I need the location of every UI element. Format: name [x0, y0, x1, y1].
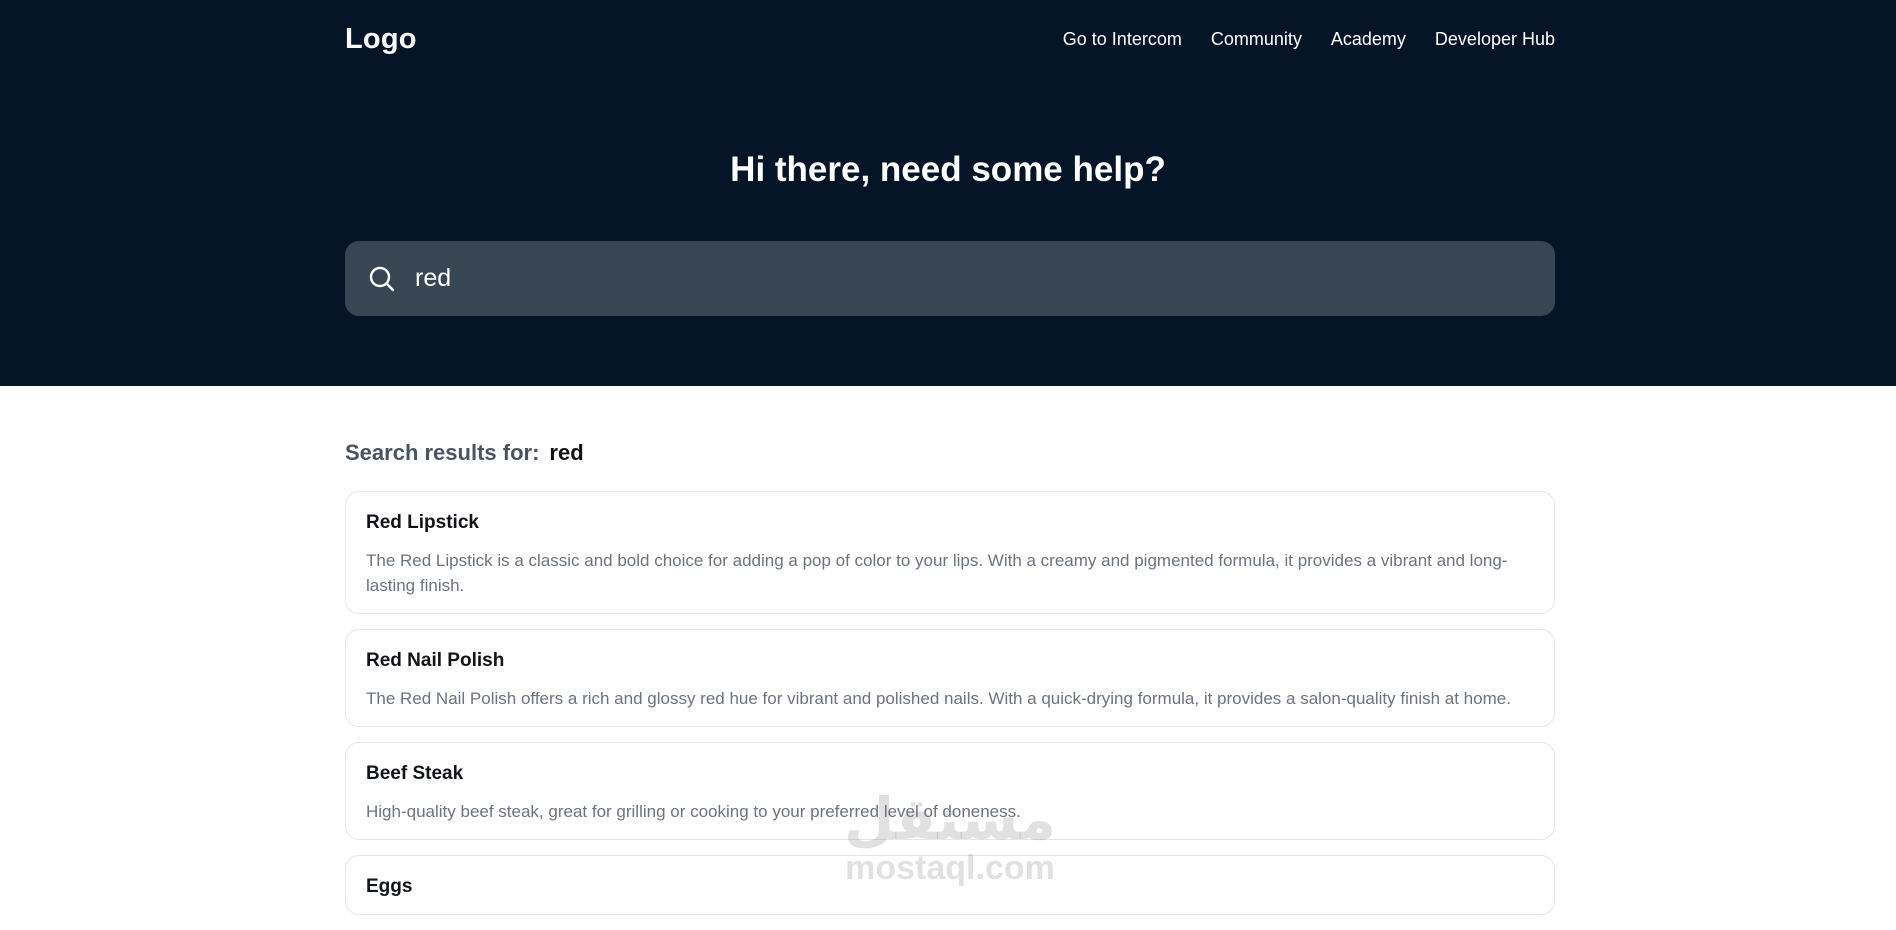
result-title: Red Nail Polish — [366, 650, 505, 671]
search-input[interactable] — [415, 248, 1555, 309]
nav-links: Go to Intercom Community Academy Develop… — [1063, 29, 1555, 50]
nav-link-developer-hub[interactable]: Developer Hub — [1435, 29, 1555, 50]
nav-link-academy[interactable]: Academy — [1331, 29, 1406, 50]
search-icon — [367, 264, 397, 294]
logo[interactable]: Logo — [345, 23, 417, 56]
result-title: Eggs — [366, 876, 413, 897]
hero-section: Logo Go to Intercom Community Academy De… — [0, 0, 1896, 386]
results-query: red — [549, 440, 584, 465]
result-card[interactable]: Red Nail Polish The Red Nail Polish offe… — [345, 629, 1555, 727]
result-description: High-quality beef steak, great for grill… — [366, 802, 1021, 821]
result-description: The Red Nail Polish offers a rich and gl… — [366, 689, 1511, 708]
result-card[interactable]: Eggs — [345, 855, 1555, 915]
nav-link-community[interactable]: Community — [1211, 29, 1302, 50]
result-title: Red Lipstick — [366, 512, 479, 533]
hero-title: Hi there, need some help? — [730, 150, 1166, 189]
top-nav: Logo Go to Intercom Community Academy De… — [345, 18, 1555, 60]
result-title: Beef Steak — [366, 763, 464, 784]
results-heading: Search results for: red — [345, 440, 584, 466]
result-card[interactable]: Beef Steak High-quality beef steak, grea… — [345, 742, 1555, 840]
search-bar[interactable] — [345, 241, 1555, 316]
result-card[interactable]: Red Lipstick The Red Lipstick is a class… — [345, 491, 1555, 614]
result-description: The Red Lipstick is a classic and bold c… — [366, 551, 1508, 595]
results-list: Red Lipstick The Red Lipstick is a class… — [345, 491, 1555, 930]
results-heading-label: Search results for: — [345, 440, 540, 465]
nav-link-go-to-intercom[interactable]: Go to Intercom — [1063, 29, 1182, 50]
